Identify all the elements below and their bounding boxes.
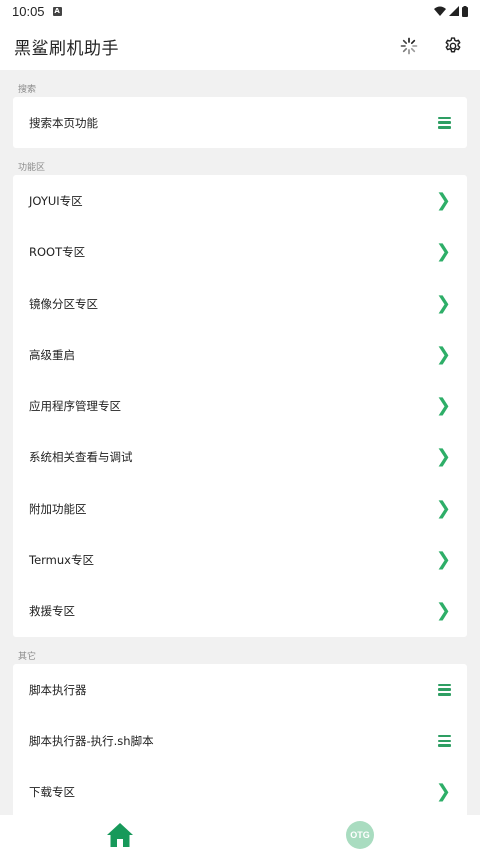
row-label: 搜索本页功能 bbox=[29, 115, 98, 130]
card-other: 脚本执行器 脚本执行器-执行.sh脚本 下载专区 ❯ bbox=[13, 663, 467, 815]
app-title: 黑鲨刷机助手 bbox=[14, 38, 119, 59]
row-label: ROOT专区 bbox=[29, 245, 86, 260]
list-item-script-runner-sh[interactable]: 脚本执行器-执行.sh脚本 bbox=[13, 715, 467, 766]
gear-icon[interactable] bbox=[438, 31, 468, 61]
row-label: 附加功能区 bbox=[29, 501, 87, 516]
menu-icon bbox=[438, 683, 451, 696]
row-label: 脚本执行器 bbox=[29, 682, 87, 697]
section-label-functions: 功能区 bbox=[18, 163, 46, 174]
row-label: 下载专区 bbox=[29, 785, 75, 800]
wifi-icon bbox=[434, 6, 446, 16]
main-content[interactable]: 搜索 搜索本页功能 功能区 JOYUI专区 ❯ ROOT专区 ❯ 镜像分区专区 … bbox=[0, 70, 480, 815]
menu-icon bbox=[438, 116, 451, 129]
section-label-other: 其它 bbox=[18, 651, 37, 662]
status-icons bbox=[434, 5, 468, 17]
spinner-icon[interactable] bbox=[394, 31, 424, 61]
row-label: 应用程序管理专区 bbox=[29, 399, 121, 414]
home-icon bbox=[107, 823, 133, 847]
list-item-system-debug[interactable]: 系统相关查看与调试 ❯ bbox=[13, 432, 467, 483]
battery-icon bbox=[462, 5, 468, 17]
list-item-root[interactable]: ROOT专区 ❯ bbox=[13, 227, 467, 278]
list-item-rescue[interactable]: 救援专区 ❯ bbox=[13, 586, 467, 637]
chevron-right-icon: ❯ bbox=[435, 395, 451, 417]
chevron-right-icon: ❯ bbox=[435, 343, 451, 365]
cell-signal-icon bbox=[449, 6, 459, 16]
nav-home[interactable] bbox=[0, 815, 240, 855]
row-label: 镜像分区专区 bbox=[29, 296, 98, 311]
app-actions bbox=[394, 31, 480, 61]
chevron-right-icon: ❯ bbox=[435, 497, 451, 519]
section-label-search: 搜索 bbox=[18, 85, 37, 95]
row-label: Termux专区 bbox=[29, 553, 94, 568]
status-bar: 10:05 A bbox=[0, 0, 480, 22]
otg-badge: OTG bbox=[346, 821, 374, 849]
row-label: JOYUI专区 bbox=[29, 193, 83, 208]
list-item-termux[interactable]: Termux专区 ❯ bbox=[13, 534, 467, 585]
card-functions: JOYUI专区 ❯ ROOT专区 ❯ 镜像分区专区 ❯ 高级重启 ❯ 应用程序管… bbox=[13, 175, 467, 637]
chevron-right-icon: ❯ bbox=[435, 446, 451, 468]
chevron-right-icon: ❯ bbox=[435, 189, 451, 211]
chevron-right-icon: ❯ bbox=[435, 292, 451, 314]
bottom-nav: OTG bbox=[0, 815, 480, 855]
list-item-advanced-reboot[interactable]: 高级重启 ❯ bbox=[13, 329, 467, 380]
nav-otg[interactable]: OTG bbox=[240, 815, 480, 855]
notification-badge: A bbox=[52, 6, 62, 16]
card-search: 搜索本页功能 bbox=[13, 97, 467, 149]
row-label: 高级重启 bbox=[29, 347, 75, 362]
list-item-app-management[interactable]: 应用程序管理专区 ❯ bbox=[13, 380, 467, 431]
row-label: 救援专区 bbox=[29, 604, 75, 619]
chevron-right-icon: ❯ bbox=[435, 600, 451, 622]
row-label: 脚本执行器-执行.sh脚本 bbox=[29, 733, 154, 748]
list-item-joyui[interactable]: JOYUI专区 ❯ bbox=[13, 175, 467, 226]
list-item-extra-functions[interactable]: 附加功能区 ❯ bbox=[13, 483, 467, 534]
list-item-image-partition[interactable]: 镜像分区专区 ❯ bbox=[13, 278, 467, 329]
list-item-search-page[interactable]: 搜索本页功能 bbox=[13, 97, 467, 148]
list-item-script-runner[interactable]: 脚本执行器 bbox=[13, 664, 467, 715]
chevron-right-icon: ❯ bbox=[435, 549, 451, 571]
app-bar: 黑鲨刷机助手 bbox=[0, 22, 480, 70]
menu-icon bbox=[438, 734, 451, 747]
status-time: 10:05 bbox=[12, 3, 45, 19]
chevron-right-icon: ❯ bbox=[435, 781, 451, 803]
row-label: 系统相关查看与调试 bbox=[29, 450, 133, 465]
chevron-right-icon: ❯ bbox=[435, 241, 451, 263]
list-item-downloads[interactable]: 下载专区 ❯ bbox=[13, 767, 467, 815]
